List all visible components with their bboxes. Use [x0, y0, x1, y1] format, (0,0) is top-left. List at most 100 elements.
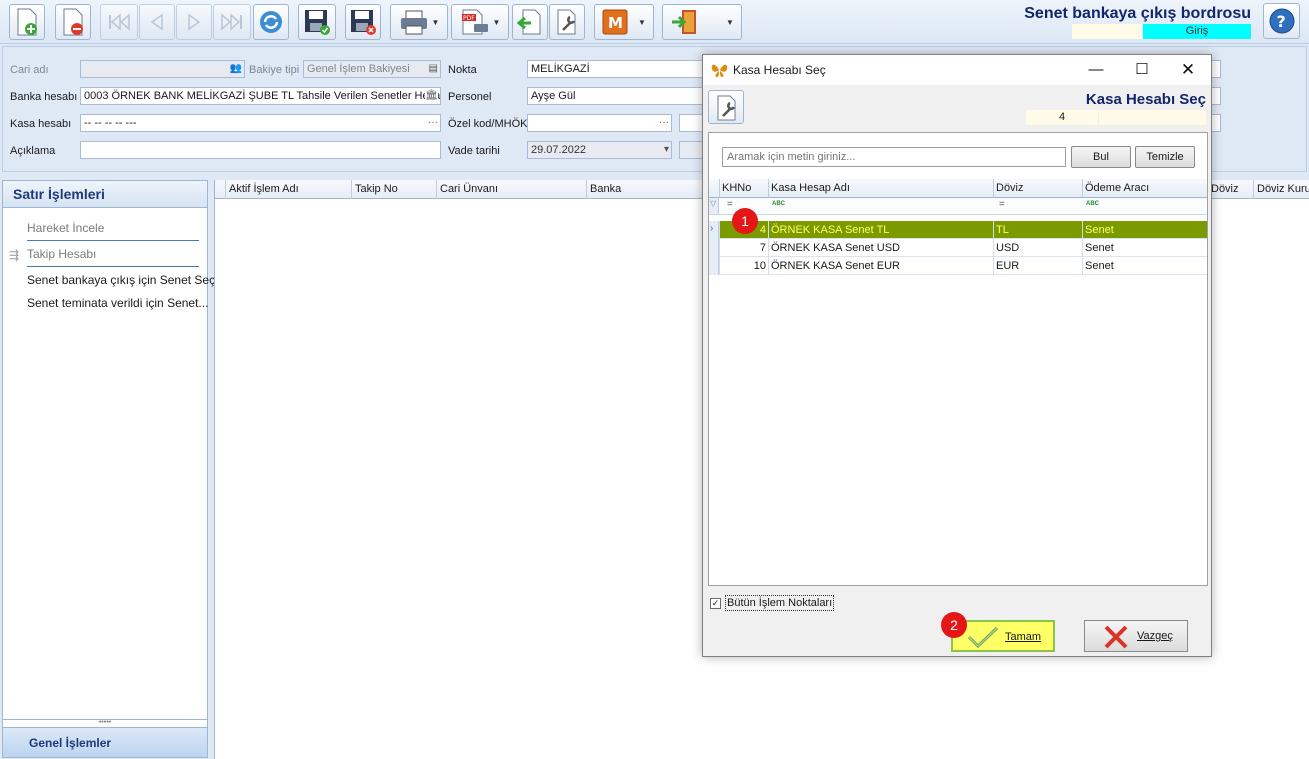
column-header-doviz[interactable]: Döviz: [993, 179, 1082, 198]
cell-odeme: Senet: [1082, 257, 1207, 275]
table-row[interactable]: › 4 ÖRNEK KASA Senet TL TL Senet: [709, 221, 1207, 239]
print-button[interactable]: ▼: [390, 4, 448, 40]
cell-name: ÖRNEK KASA Senet TL: [768, 221, 993, 239]
mode-badge: Giriş: [1143, 24, 1251, 39]
row-indicator: [709, 257, 719, 275]
column-header-khno[interactable]: KHNo: [719, 179, 768, 198]
panel-splitter[interactable]: •••••: [3, 719, 207, 727]
save-and-close-icon: [349, 8, 377, 36]
aciklama-field[interactable]: [80, 141, 441, 159]
senet-teminata-item[interactable]: Senet teminata verildi için Senet...: [27, 296, 208, 310]
kasa-hesabi-field[interactable]: -- -- -- -- --- ···: [80, 114, 441, 132]
previous-record-button[interactable]: [139, 4, 175, 40]
column-header[interactable]: Aktif İşlem Adı: [225, 180, 351, 199]
pdf-export-button[interactable]: PDF ▼: [451, 4, 509, 40]
maximize-button[interactable]: ☐: [1119, 55, 1165, 85]
m-menu-button[interactable]: M ▼: [594, 4, 654, 40]
vade-tarihi-field[interactable]: 29.07.2022 ▾: [527, 141, 672, 159]
equals-filter-icon: =: [727, 199, 733, 210]
column-header[interactable]: Takip No: [351, 180, 436, 199]
first-record-button[interactable]: [100, 4, 138, 40]
delete-document-button[interactable]: [55, 4, 91, 40]
filter-cell-name[interactable]: ABC: [768, 198, 993, 215]
import-button[interactable]: [512, 4, 548, 40]
main-toolbar: ▼ PDF ▼ M ▼ ▼ Senet bankaya çıkış bordrosu…: [0, 0, 1309, 44]
column-header-kasa-hesap-adi[interactable]: Kasa Hesap Adı: [768, 179, 993, 198]
all-points-label[interactable]: Bütün İşlem Noktaları: [725, 595, 835, 611]
settings-tool-button[interactable]: [549, 4, 585, 40]
filter-cell-doviz[interactable]: =: [993, 198, 1082, 215]
hareket-incele-item[interactable]: Hareket İncele: [27, 221, 104, 235]
vade-tarihi-label: Vade tarihi: [448, 145, 500, 157]
form-title: Senet bankaya çıkış bordrosu: [1024, 5, 1251, 22]
search-input[interactable]: [722, 147, 1066, 167]
bank-icon[interactable]: 🏛: [425, 88, 438, 104]
takip-hesabi-item[interactable]: Takip Hesabı: [27, 247, 96, 261]
personel-field[interactable]: Ayşe Gül: [527, 87, 705, 105]
senet-bankaya-cikis-item[interactable]: Senet bankaya çıkış için Senet Seç: [27, 273, 215, 287]
save-and-close-button[interactable]: [345, 4, 381, 40]
personel-label: Personel: [448, 91, 492, 103]
chevron-down-icon: ▼: [638, 17, 646, 27]
next-record-button[interactable]: [176, 4, 212, 40]
all-points-checkbox[interactable]: ✓: [710, 598, 721, 609]
column-header[interactable]: Cari Ünvanı: [436, 180, 586, 199]
row-operations-panel: Satır İşlemleri Hareket İncele ⇶ Takip H…: [2, 180, 215, 758]
table-row[interactable]: 7 ÖRNEK KASA Senet USD USD Senet: [709, 239, 1207, 257]
step-marker-2: 2: [941, 612, 967, 638]
personel-value: Ayşe Gül: [531, 90, 576, 102]
svg-text:PDF: PDF: [463, 15, 475, 22]
minimize-button[interactable]: —: [1073, 55, 1119, 85]
ellipsis-icon[interactable]: ···: [428, 115, 438, 131]
save-button[interactable]: [298, 4, 336, 40]
column-header-odeme-araci[interactable]: Ödeme Aracı: [1082, 179, 1207, 198]
kasa-hesabi-label: Kasa hesabı: [10, 118, 72, 130]
cari-adi-label: Cari adı: [10, 64, 49, 76]
people-icon: 👥: [229, 63, 242, 74]
pdf-export-icon: PDF: [460, 8, 490, 36]
general-operations-tab[interactable]: Genel İşlemler: [3, 727, 207, 757]
help-button[interactable]: ?: [1263, 3, 1300, 39]
delete-document-icon: [61, 8, 85, 36]
close-button[interactable]: ✕: [1165, 55, 1211, 85]
new-document-button[interactable]: [9, 4, 45, 40]
cell-doviz: USD: [993, 239, 1082, 257]
find-button[interactable]: Bul: [1071, 146, 1131, 168]
bakiye-tipi-label: Bakiye tipi: [249, 64, 300, 76]
butterfly-icon: [711, 62, 728, 81]
last-record-button[interactable]: [213, 4, 251, 40]
row-indicator: [709, 239, 719, 257]
right-field-2: [1211, 87, 1221, 105]
svg-text:M: M: [608, 14, 623, 32]
dialog-title: Kasa Hesabı Seç: [733, 63, 826, 77]
filter-cell-odeme[interactable]: ABC: [1082, 198, 1207, 215]
nokta-field[interactable]: MELİKGAZİ: [527, 60, 705, 78]
clear-button[interactable]: Temizle: [1135, 146, 1195, 168]
settings-tool-icon: [554, 8, 580, 36]
dialog-settings-button[interactable]: [708, 90, 744, 124]
chevron-right-icon: ›: [710, 223, 714, 234]
banka-hesabi-field[interactable]: 0003 ÖRNEK BANK MELİKGAZİ ŞUBE TL Tahsil…: [80, 87, 441, 105]
refresh-button[interactable]: [253, 4, 289, 40]
ok-button-label: Tamam: [1005, 631, 1042, 643]
column-header[interactable]: Döviz Kuru: [1253, 180, 1309, 199]
checkmark-icon: [967, 625, 999, 652]
cell-odeme: Senet: [1082, 239, 1207, 257]
import-icon: [517, 8, 543, 36]
cancel-button[interactable]: Vazgeç: [1084, 620, 1188, 652]
cancel-button-label: Vazgeç: [1137, 630, 1173, 642]
chevron-down-icon[interactable]: ▾: [664, 142, 669, 158]
column-header[interactable]: Döviz: [1207, 180, 1253, 199]
equals-filter-icon: =: [999, 199, 1005, 210]
divider: [27, 240, 199, 241]
dialog-heading: Kasa Hesabı Seç: [1085, 91, 1206, 108]
cell-name: ÖRNEK KASA Senet USD: [768, 239, 993, 257]
kasa-hesabi-value: -- -- -- -- ---: [84, 117, 137, 129]
chevron-down-icon: ▼: [492, 17, 501, 27]
exit-button[interactable]: ▼: [662, 4, 742, 40]
ozel-kod-field[interactable]: ···: [527, 114, 672, 132]
nokta-label: Nokta: [448, 64, 477, 76]
table-row[interactable]: 10 ÖRNEK KASA Senet EUR EUR Senet: [709, 257, 1207, 275]
ellipsis-icon[interactable]: ···: [659, 115, 669, 131]
bakiye-tipi-value: Genel İşlem Bakiyesi: [307, 63, 410, 75]
